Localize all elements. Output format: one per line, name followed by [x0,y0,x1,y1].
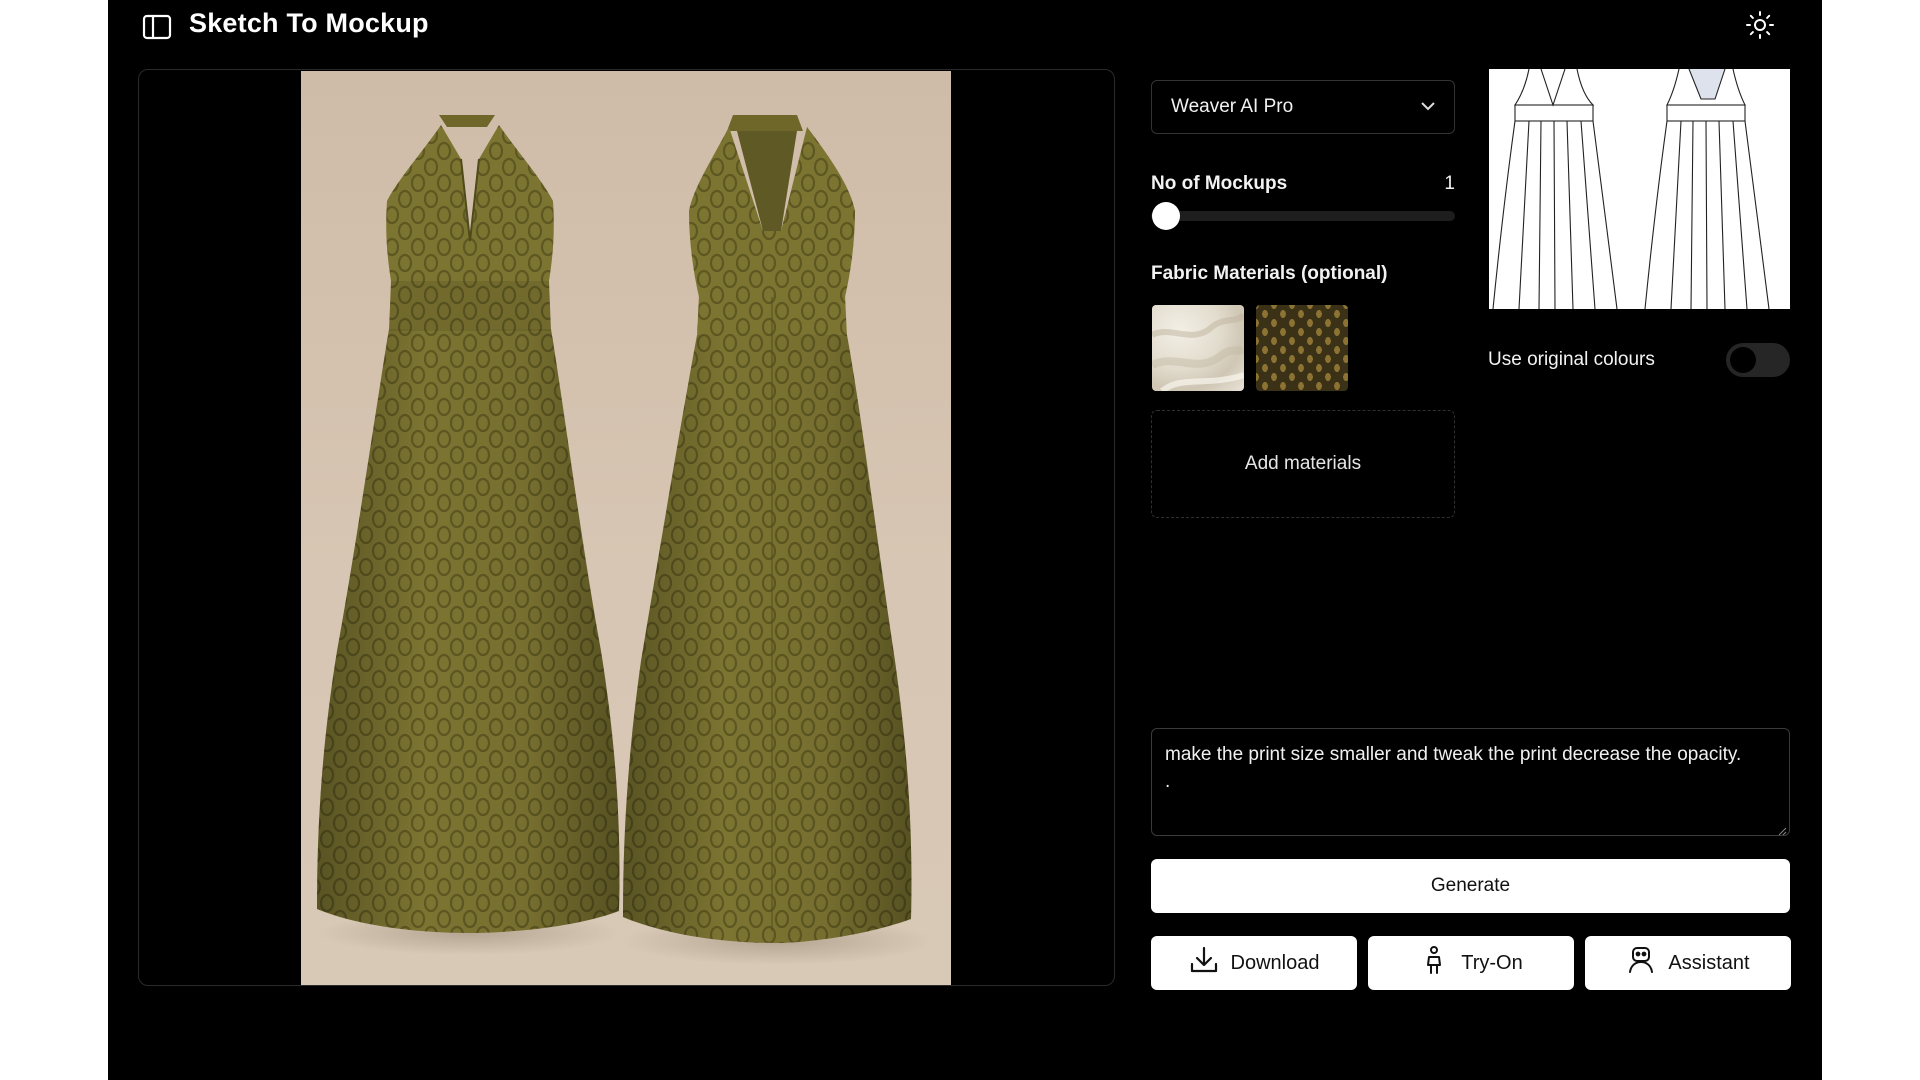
download-button[interactable]: Download [1151,936,1357,990]
prompt-input[interactable]: make the print size smaller and tweak th… [1151,728,1790,836]
assistant-button[interactable]: Assistant [1585,936,1791,990]
back-dress-figure [623,115,912,943]
add-materials-dropzone[interactable]: Add materials [1151,410,1455,518]
mockups-slider-track[interactable] [1151,211,1455,221]
sidebar-panel-icon[interactable] [142,14,172,40]
try-on-button[interactable]: Try-On [1368,936,1574,990]
page-title: Sketch To Mockup [189,8,429,38]
fabric-materials-label: Fabric Materials (optional) [1151,263,1388,284]
robot-icon [1626,945,1656,981]
mockups-slider-thumb[interactable] [1152,202,1180,230]
mockups-count-value: 1 [1444,173,1455,194]
download-icon [1189,945,1219,981]
use-original-colours-toggle[interactable] [1726,343,1790,377]
use-original-colours-label: Use original colours [1488,349,1655,370]
fabric-swatch-cream-silk[interactable] [1152,305,1244,391]
mockup-preview-panel [138,69,1115,986]
front-dress-figure [317,115,620,933]
app-window: Sketch To Mockup Weaver AI Pro No of Moc… [108,0,1822,1080]
person-icon [1419,945,1449,981]
mockup-image[interactable] [301,71,951,985]
resize-grip-icon[interactable] [1777,823,1787,836]
sun-icon[interactable] [1745,10,1775,40]
try-on-button-label: Try-On [1461,951,1523,974]
mockups-count-label: No of Mockups [1151,173,1288,194]
chevron-down-icon [1420,98,1436,116]
source-sketch-thumbnail[interactable] [1489,69,1790,309]
assistant-button-label: Assistant [1668,951,1750,974]
model-select-value: Weaver AI Pro [1171,96,1294,117]
model-select[interactable]: Weaver AI Pro [1151,80,1455,134]
generate-button[interactable]: Generate [1151,859,1790,913]
toggle-knob [1730,347,1756,373]
add-materials-label: Add materials [1244,453,1362,474]
fabric-swatch-leopard-print[interactable] [1256,305,1348,391]
download-button-label: Download [1230,951,1320,974]
